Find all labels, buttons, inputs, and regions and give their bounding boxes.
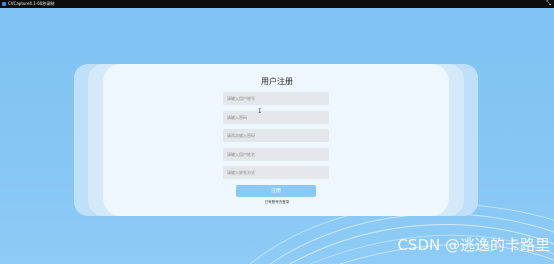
- text-cursor-icon: I: [258, 108, 262, 115]
- password-input[interactable]: [223, 111, 329, 124]
- full-name-input[interactable]: [223, 148, 329, 161]
- form-title: 用户注册: [261, 77, 293, 86]
- watermark: CSDN @逃逸的卡路里: [397, 236, 550, 254]
- username-input[interactable]: [223, 92, 329, 105]
- register-button[interactable]: 注册: [236, 185, 316, 197]
- app-icon: [2, 2, 6, 6]
- contact-input[interactable]: [223, 166, 329, 179]
- window-title: CVCapture4.1-60秒录制: [8, 1, 55, 6]
- resize-icon[interactable]: ⤡: [546, 0, 551, 8]
- confirm-password-input[interactable]: [223, 129, 329, 142]
- window-titlebar: CVCapture4.1-60秒录制 ⤡: [0, 0, 554, 8]
- login-link[interactable]: 已有账号去登录: [0, 200, 554, 205]
